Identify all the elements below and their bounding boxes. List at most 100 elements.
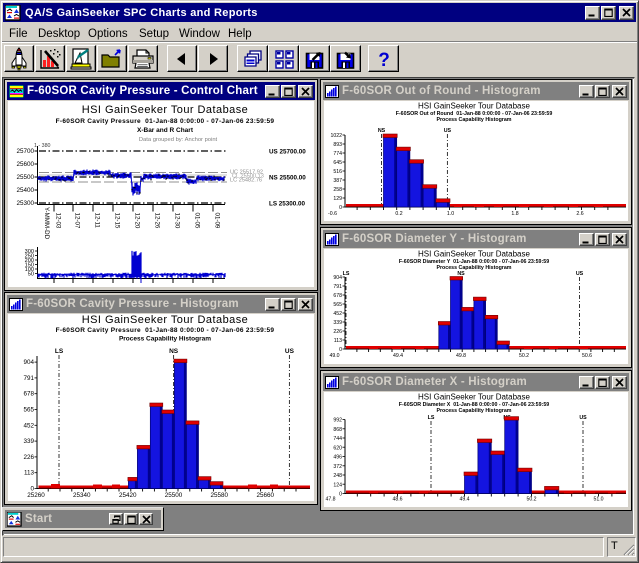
svg-text:12-26: 12-26 (154, 213, 161, 229)
svg-text:25580: 25580 (211, 492, 229, 499)
svg-text:113: 113 (334, 338, 342, 344)
svg-text:50.2: 50.2 (526, 497, 536, 503)
svg-text:LS: LS (343, 271, 350, 277)
svg-text:50: 50 (28, 272, 34, 278)
svg-text:Process Capability Histogram: Process Capability Histogram (119, 336, 211, 343)
svg-text:113: 113 (24, 470, 35, 477)
svg-text:372: 372 (333, 464, 342, 470)
svg-text:49.4: 49.4 (459, 497, 469, 503)
svg-text:893: 893 (333, 142, 342, 148)
svg-text:2.6: 2.6 (576, 211, 583, 217)
svg-text:1.8: 1.8 (511, 211, 518, 217)
svg-text:HSI GainSeeker Tour Database: HSI GainSeeker Tour Database (418, 102, 530, 111)
svg-text:NS: NS (378, 128, 386, 134)
svg-text:1 - 380: 1 - 380 (34, 143, 51, 149)
svg-text:NS 25500.00: NS 25500.00 (269, 175, 306, 182)
svg-text:US: US (579, 415, 587, 421)
svg-text:565: 565 (23, 407, 34, 414)
svg-text:LC 25482.76: LC 25482.76 (230, 178, 262, 184)
svg-text:0.2: 0.2 (395, 211, 402, 217)
svg-text:248: 248 (333, 473, 342, 479)
svg-text:47.8: 47.8 (325, 497, 335, 503)
svg-text:49.8: 49.8 (456, 353, 466, 359)
svg-text:678: 678 (333, 293, 342, 299)
svg-text:744: 744 (333, 436, 342, 442)
svg-text:258: 258 (333, 187, 342, 193)
svg-text:25300: 25300 (16, 200, 34, 207)
svg-text:12-30: 12-30 (174, 213, 181, 229)
svg-text:?: ? (378, 50, 390, 71)
svg-text:774: 774 (333, 151, 342, 157)
svg-text:25660: 25660 (256, 492, 274, 499)
svg-text:0: 0 (339, 205, 342, 211)
svg-text:620: 620 (333, 445, 342, 451)
svg-text:496: 496 (333, 455, 342, 461)
svg-text:12-11: 12-11 (94, 213, 101, 229)
svg-text:50.6: 50.6 (582, 353, 592, 359)
svg-text:25500: 25500 (165, 492, 183, 499)
svg-text:48.6: 48.6 (392, 497, 402, 503)
svg-text:678: 678 (23, 391, 34, 398)
svg-text:NS: NS (169, 348, 179, 355)
svg-text:50.2: 50.2 (519, 353, 529, 359)
svg-text:129: 129 (333, 196, 342, 202)
svg-text:X-Bar and R Chart: X-Bar and R Chart (137, 127, 194, 134)
svg-text:25500: 25500 (16, 174, 34, 181)
svg-text:1022: 1022 (330, 133, 342, 139)
svg-text:791: 791 (333, 284, 342, 290)
svg-text:992: 992 (333, 418, 342, 424)
svg-text:-0.6: -0.6 (328, 211, 337, 217)
svg-text:12-20: 12-20 (134, 213, 141, 229)
svg-text:49.0: 49.0 (329, 353, 339, 359)
svg-text:01-09: 01-09 (214, 213, 221, 229)
svg-text:645: 645 (333, 160, 342, 166)
svg-text:124: 124 (333, 482, 342, 488)
svg-text:226: 226 (23, 454, 34, 461)
svg-text:387: 387 (333, 178, 342, 184)
svg-text:HSI GainSeeker Tour Database: HSI GainSeeker Tour Database (418, 250, 530, 259)
svg-text:339: 339 (333, 320, 342, 326)
svg-text:F-60SOR Cavity Pressure 01-Ja: F-60SOR Cavity Pressure 01-Jan-88 0:00:0… (56, 118, 275, 125)
svg-text:12-03: 12-03 (55, 213, 62, 229)
svg-text:868: 868 (333, 427, 342, 433)
svg-text:Process Capability Histogram: Process Capability Histogram (436, 265, 511, 271)
svg-text:US: US (285, 348, 295, 355)
svg-text:339: 339 (23, 438, 34, 445)
svg-text:HSI GainSeeker Tour Database: HSI GainSeeker Tour Database (82, 314, 248, 326)
svg-text:LS: LS (428, 415, 435, 421)
svg-text:F-60SOR Cavity Pressure 01-Ja: F-60SOR Cavity Pressure 01-Jan-88 0:00:0… (56, 327, 275, 334)
svg-text:US 25700.00: US 25700.00 (269, 149, 306, 156)
svg-text:HSI GainSeeker Tour Database: HSI GainSeeker Tour Database (82, 104, 248, 116)
svg-text:LS: LS (55, 348, 64, 355)
svg-text:25700: 25700 (16, 148, 34, 155)
svg-text:25600: 25600 (16, 161, 34, 168)
svg-text:904: 904 (23, 359, 34, 366)
svg-text:12-15: 12-15 (114, 213, 121, 229)
svg-text:1.0: 1.0 (447, 211, 454, 217)
svg-text:Data grouped by: Anchor point: Data grouped by: Anchor point (139, 137, 218, 143)
svg-text:25260: 25260 (27, 492, 45, 499)
svg-text:51.0: 51.0 (593, 497, 603, 503)
svg-text:226: 226 (333, 329, 342, 335)
svg-text:25340: 25340 (73, 492, 91, 499)
svg-text:452: 452 (333, 311, 342, 317)
svg-text:791: 791 (23, 375, 34, 382)
svg-text:US: US (444, 128, 452, 134)
svg-text:516: 516 (333, 169, 342, 175)
svg-text:Process Capability Histogram: Process Capability Histogram (436, 408, 511, 414)
svg-text:Y-MMM-DD: Y-MMM-DD (43, 207, 50, 240)
svg-text:49.4: 49.4 (393, 353, 403, 359)
svg-text:12-07: 12-07 (74, 213, 81, 229)
svg-text:25420: 25420 (119, 492, 137, 499)
svg-text:HSI GainSeeker Tour Database: HSI GainSeeker Tour Database (418, 393, 530, 402)
svg-text:NS: NS (457, 271, 465, 277)
svg-text:01-05: 01-05 (194, 213, 201, 229)
svg-text:904: 904 (333, 275, 342, 281)
svg-text:25400: 25400 (16, 187, 34, 194)
svg-text:LS 25300.00: LS 25300.00 (269, 201, 306, 208)
svg-text:0: 0 (339, 492, 342, 498)
svg-text:565: 565 (333, 302, 342, 308)
svg-text:Process Capability Histogram: Process Capability Histogram (436, 117, 511, 123)
svg-text:452: 452 (23, 422, 34, 429)
svg-text:US: US (576, 271, 584, 277)
